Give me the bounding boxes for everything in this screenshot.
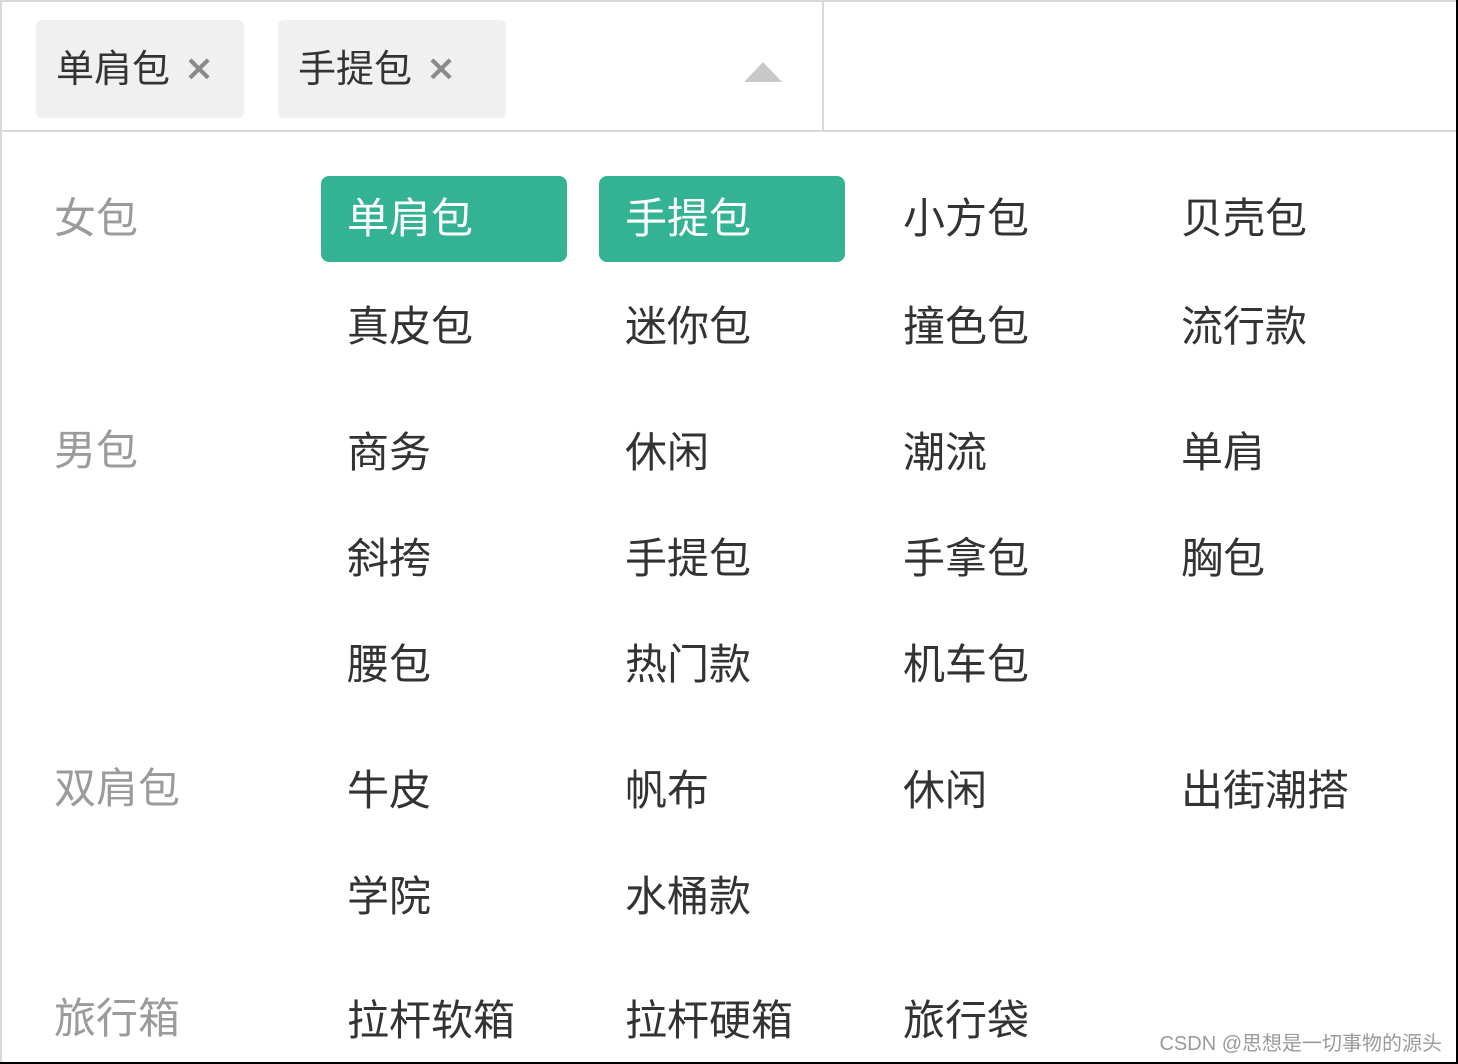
option-item[interactable]: 手提包 [599,176,845,262]
option-item[interactable]: 单肩 [1155,410,1401,496]
group-title: 旅行箱 [54,994,181,1043]
option-item[interactable]: 热门款 [599,622,845,708]
option-item[interactable]: 休闲 [599,410,845,496]
option-item[interactable]: 胸包 [1155,516,1401,602]
option-item[interactable]: 潮流 [877,410,1123,496]
option-item[interactable]: 腰包 [321,622,567,708]
option-item[interactable]: 手提包 [599,516,845,602]
close-icon[interactable]: × [426,20,456,118]
option-item[interactable]: 小方包 [877,176,1123,262]
option-item[interactable]: 斜挎 [321,516,567,602]
option-item[interactable]: 商务 [321,410,567,496]
tag-label: 单肩包 [56,47,171,91]
option-item[interactable]: 帆布 [599,748,845,834]
option-item[interactable]: 牛皮 [321,748,567,834]
option-item[interactable]: 真皮包 [321,284,567,370]
option-item[interactable]: 迷你包 [599,284,845,370]
option-item[interactable]: 拉杆硬箱 [599,978,845,1062]
option-item[interactable]: 贝壳包 [1155,176,1401,262]
arrow-up-icon[interactable] [744,62,782,82]
option-item[interactable]: 机车包 [877,622,1123,708]
group-title: 男包 [54,426,139,475]
close-icon[interactable]: × [184,20,214,118]
option-item[interactable]: 手拿包 [877,516,1123,602]
option-item[interactable]: 出街潮搭 [1155,748,1401,834]
divider [824,0,1456,2]
option-item[interactable]: 水桶款 [599,854,845,940]
option-item[interactable]: 撞色包 [877,284,1123,370]
selected-tag: 手提包 × [278,20,506,118]
option-item[interactable]: 单肩包 [321,176,567,262]
option-item[interactable]: 休闲 [877,748,1123,834]
dropdown-panel: 女包 单肩包 手提包 小方包 贝壳包 真皮包 迷你包 撞色包 流行款 男包 商务… [0,130,1456,1062]
option-item[interactable]: 旅行袋 [877,978,1123,1062]
option-item[interactable]: 学院 [321,854,567,940]
option-item[interactable]: 流行款 [1155,284,1401,370]
tag-label: 手提包 [298,47,413,91]
option-item[interactable]: 拉杆软箱 [321,978,567,1062]
select-input-box[interactable]: 单肩包 × 手提包 × [0,0,824,130]
watermark-text: CSDN @思想是一切事物的源头 [1159,1033,1442,1055]
selected-tag: 单肩包 × [36,20,244,118]
group-title: 双肩包 [54,764,181,813]
multi-select-cascader: 单肩包 × 手提包 × 女包 单肩包 手提包 小方包 贝壳包 真皮包 迷你包 撞色包… [0,0,1458,1064]
group-title: 女包 [54,194,139,243]
